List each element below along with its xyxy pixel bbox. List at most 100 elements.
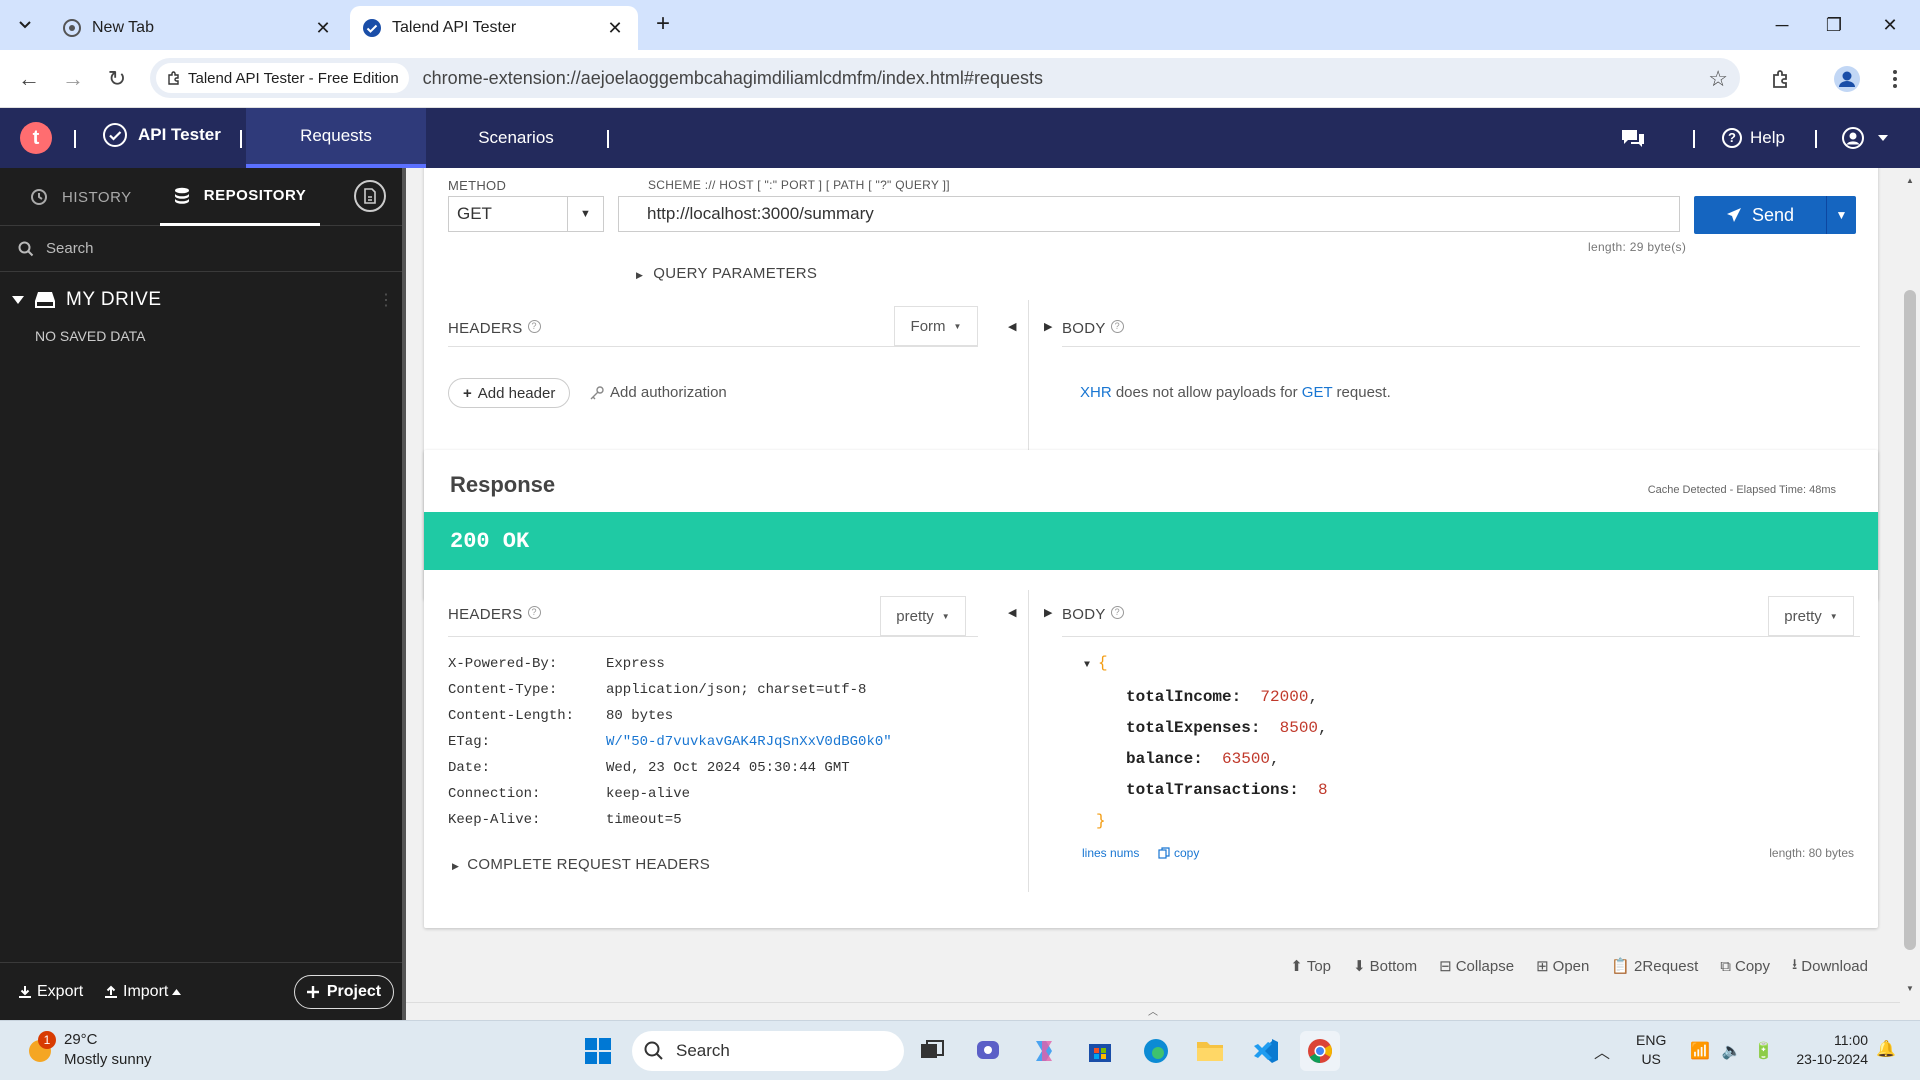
edge-icon[interactable] bbox=[1136, 1031, 1176, 1071]
complete-request-headers-toggle[interactable]: ▶ COMPLETE REQUEST HEADERS bbox=[452, 856, 710, 873]
forward-button[interactable]: → bbox=[58, 64, 88, 94]
no-saved-data: NO SAVED DATA bbox=[35, 328, 146, 344]
download-button[interactable]: ⭳ Download bbox=[1792, 954, 1868, 979]
help-icon[interactable]: ? bbox=[1110, 606, 1124, 619]
reload-button[interactable]: ↻ bbox=[102, 64, 132, 94]
collapse-left-icon[interactable]: ◀ bbox=[1008, 320, 1016, 333]
help-button[interactable]: ? Help bbox=[1722, 108, 1785, 168]
scroll-up-handle[interactable]: ︿ bbox=[406, 1002, 1900, 1020]
teams-icon[interactable] bbox=[968, 1031, 1008, 1071]
query-parameters-toggle[interactable]: ▶ QUERY PARAMETERS bbox=[636, 265, 817, 282]
feedback-icon[interactable] bbox=[1620, 108, 1646, 168]
document-button[interactable] bbox=[354, 180, 386, 212]
sidebar-search[interactable]: Search bbox=[0, 226, 402, 272]
scroll-down-arrow-icon[interactable]: ▼ bbox=[1906, 984, 1914, 993]
add-header-button[interactable]: + Add header bbox=[448, 378, 571, 408]
address-bar[interactable]: Talend API Tester - Free Edition chrome-… bbox=[150, 58, 1740, 98]
close-window-button[interactable]: ✕ bbox=[1860, 0, 1920, 50]
restore-button[interactable]: ❐ bbox=[1804, 0, 1864, 50]
export-button[interactable]: Export bbox=[18, 983, 83, 1001]
scroll-up-arrow-icon[interactable]: ▲ bbox=[1906, 176, 1914, 185]
tab-repository[interactable]: REPOSITORY bbox=[160, 168, 320, 226]
tab-talend[interactable]: Talend API Tester ✕ bbox=[350, 6, 638, 50]
close-tab-icon[interactable]: ✕ bbox=[312, 17, 334, 39]
help-icon[interactable]: ? bbox=[527, 320, 541, 333]
copilot-icon[interactable] bbox=[1024, 1031, 1064, 1071]
help-icon: ? bbox=[1722, 128, 1742, 148]
taskbar-search[interactable]: Search bbox=[632, 1031, 904, 1071]
collapse-left-icon[interactable]: ◀ bbox=[1008, 606, 1016, 619]
request-url-input[interactable]: http://localhost:3000/summary bbox=[618, 196, 1680, 232]
system-tray[interactable]: 📶 🔈 🔋 bbox=[1690, 1041, 1774, 1061]
xhr-link[interactable]: XHR bbox=[1080, 384, 1112, 401]
lines-nums-toggle[interactable]: lines nums bbox=[1082, 846, 1139, 860]
store-icon[interactable] bbox=[1080, 1031, 1120, 1071]
site-info-chip[interactable]: Talend API Tester - Free Edition bbox=[156, 63, 409, 93]
back-button[interactable]: ← bbox=[14, 64, 44, 94]
method-select[interactable]: GET ▼ bbox=[448, 196, 604, 232]
add-header-label: Add header bbox=[477, 384, 556, 402]
my-drive-header[interactable]: MY DRIVE ⋮ bbox=[0, 272, 402, 328]
browser-menu-icon[interactable] bbox=[1880, 64, 1910, 94]
main-scrollbar[interactable]: ▲ ▼ bbox=[1900, 168, 1920, 1020]
bookmark-star-icon[interactable]: ☆ bbox=[1708, 66, 1728, 92]
profile-icon[interactable] bbox=[1832, 64, 1862, 94]
add-authorization-button[interactable]: Add authorization bbox=[590, 384, 727, 401]
close-tab-icon[interactable]: ✕ bbox=[604, 17, 626, 39]
chevron-up-icon[interactable]: ︿ bbox=[1594, 1039, 1610, 1063]
collapse-right-icon[interactable]: ▶ bbox=[1044, 606, 1052, 619]
send-main[interactable]: Send bbox=[1694, 205, 1826, 226]
tab-history[interactable]: HISTORY bbox=[30, 168, 132, 226]
send-options-caret[interactable]: ▼ bbox=[1826, 196, 1856, 234]
response-headers-mode-select[interactable]: pretty ▼ bbox=[880, 596, 966, 636]
copy-button[interactable]: ⧉ Copy bbox=[1720, 958, 1770, 975]
header-value: keep-alive bbox=[606, 786, 691, 802]
open-button[interactable]: ⊞ Open bbox=[1536, 957, 1589, 976]
response-body-mode-select[interactable]: pretty ▼ bbox=[1768, 596, 1854, 636]
headers-mode-select[interactable]: Form ▼ bbox=[894, 306, 978, 346]
header-key: Connection: bbox=[448, 786, 541, 802]
new-project-button[interactable]: Project bbox=[294, 975, 394, 1009]
extensions-icon[interactable] bbox=[1766, 64, 1796, 94]
collapse-button[interactable]: ⊟ Collapse bbox=[1439, 957, 1514, 976]
send-button[interactable]: Send ▼ bbox=[1694, 196, 1856, 234]
tab-new-tab[interactable]: New Tab ✕ bbox=[50, 6, 346, 50]
app-header: t API Tester Requests Scenarios ? Help bbox=[0, 108, 1920, 168]
drive-icon bbox=[35, 292, 55, 308]
tab-search-button[interactable] bbox=[10, 10, 40, 40]
collapse-json-icon[interactable]: ▼ bbox=[1084, 660, 1090, 671]
app-title[interactable]: API Tester bbox=[102, 122, 221, 148]
account-menu[interactable] bbox=[1842, 108, 1888, 168]
copy-body-button[interactable]: copy bbox=[1158, 846, 1199, 860]
task-view-icon[interactable] bbox=[912, 1031, 952, 1071]
upload-icon bbox=[105, 985, 117, 998]
json-sep: , bbox=[1270, 750, 1280, 768]
minimize-button[interactable]: ─ bbox=[1752, 0, 1812, 50]
collapse-right-icon[interactable]: ▶ bbox=[1044, 320, 1052, 333]
start-button[interactable] bbox=[578, 1031, 618, 1071]
language-indicator[interactable]: ENG US bbox=[1636, 1031, 1666, 1069]
header-key: X-Powered-By: bbox=[448, 656, 558, 672]
import-button[interactable]: Import bbox=[104, 983, 182, 1001]
file-explorer-icon[interactable] bbox=[1190, 1031, 1230, 1071]
tab-scenarios[interactable]: Scenarios bbox=[426, 108, 606, 168]
talend-logo[interactable]: t bbox=[20, 122, 52, 154]
notification-bell-icon[interactable]: 🔔 bbox=[1876, 1039, 1896, 1059]
clock[interactable]: 11:00 23-10-2024 bbox=[1786, 1031, 1868, 1069]
more-vert-icon[interactable]: ⋮ bbox=[378, 290, 395, 310]
weather-widget[interactable]: 1 29°C Mostly sunny bbox=[24, 1031, 224, 1071]
bottom-button[interactable]: ⬇ Bottom bbox=[1353, 957, 1417, 976]
get-link[interactable]: GET bbox=[1302, 384, 1333, 401]
wifi-icon: 📶 bbox=[1690, 1043, 1710, 1060]
vscode-icon[interactable] bbox=[1246, 1031, 1286, 1071]
help-icon[interactable]: ? bbox=[1110, 320, 1124, 333]
scrollbar-thumb[interactable] bbox=[1904, 290, 1916, 950]
etag-link[interactable]: W/"50-d7vuvkavGAK4RJqSnXxV0dBG0k0" bbox=[606, 734, 892, 750]
new-tab-button[interactable]: + bbox=[650, 12, 676, 38]
to-request-button[interactable]: 📋 2Request bbox=[1611, 957, 1698, 976]
tab-requests[interactable]: Requests bbox=[246, 108, 426, 168]
chrome-taskbar-icon[interactable] bbox=[1300, 1031, 1340, 1071]
help-icon[interactable]: ? bbox=[527, 606, 541, 619]
caret-right-icon: ▶ bbox=[636, 270, 644, 280]
top-button[interactable]: ⬆ Top bbox=[1290, 957, 1331, 976]
